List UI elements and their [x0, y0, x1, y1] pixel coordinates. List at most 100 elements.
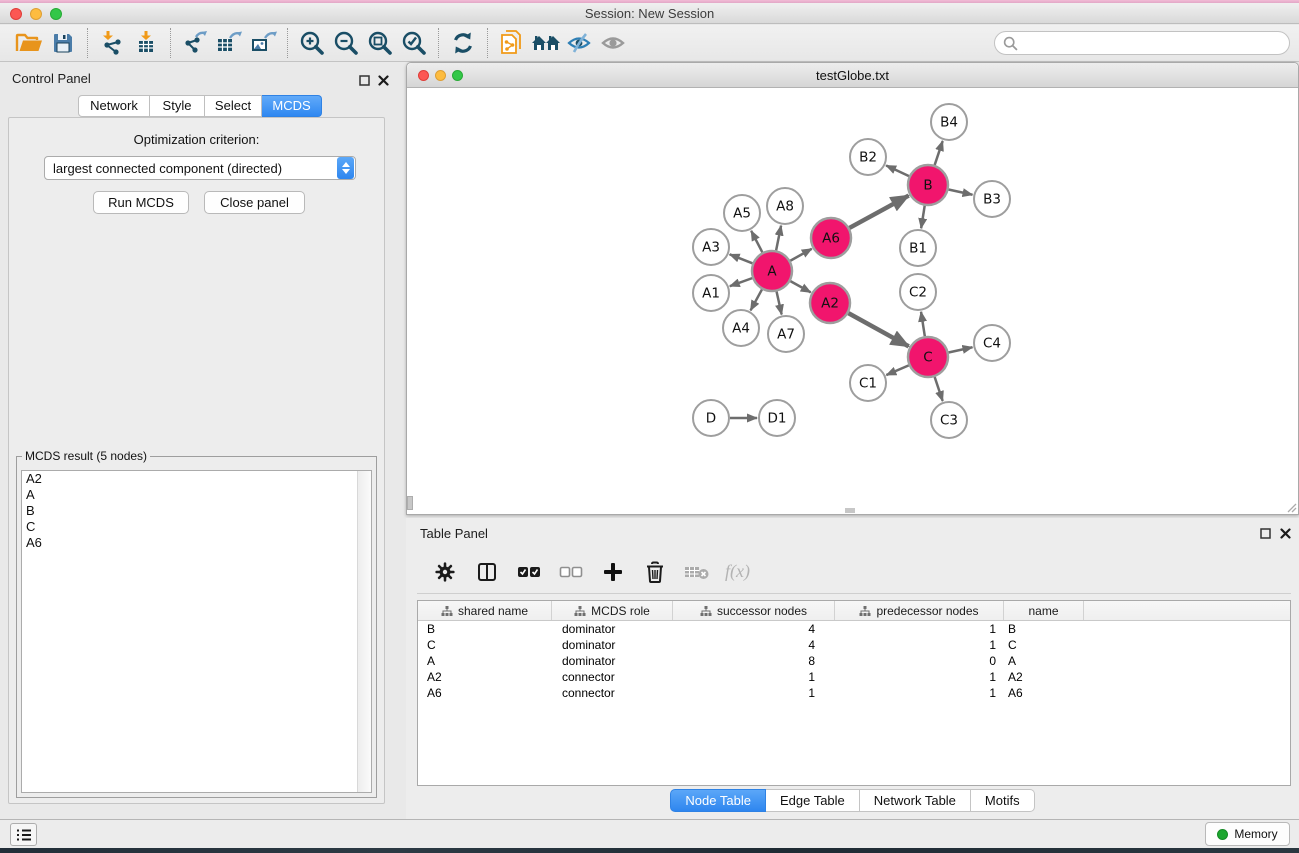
column-header-successor-nodes[interactable]: successor nodes — [673, 601, 835, 620]
column-header-shared-name[interactable]: shared name — [418, 601, 552, 620]
close-panel-icon[interactable] — [376, 73, 390, 87]
graph-node-A2[interactable]: A2 — [810, 283, 850, 323]
graph-edge-A-A6[interactable] — [790, 249, 811, 261]
table-float-panel-icon[interactable] — [1258, 526, 1272, 540]
open-file-icon[interactable] — [12, 27, 46, 59]
delete-columns-icon[interactable] — [641, 558, 669, 586]
table-cell[interactable]: 0 — [835, 654, 1004, 668]
graph-edge-C-C4[interactable] — [949, 347, 973, 352]
zoom-fit-content-icon[interactable] — [363, 27, 397, 59]
show-columns-icon[interactable] — [473, 558, 501, 586]
graph-node-A3[interactable]: A3 — [693, 229, 729, 265]
table-cell[interactable]: A — [1004, 654, 1084, 668]
graph-edge-A2-C[interactable] — [848, 313, 908, 346]
export-network-icon[interactable] — [178, 27, 212, 59]
run-mcds-button[interactable]: Run MCDS — [93, 191, 189, 214]
column-header-mcds-role[interactable]: MCDS role — [552, 601, 673, 620]
table-cell[interactable]: B — [418, 622, 552, 636]
graph-edge-A-A5[interactable] — [751, 231, 762, 253]
graph-edge-B-B3[interactable] — [949, 189, 973, 194]
graph-edge-A-A2[interactable] — [790, 281, 810, 292]
table-row[interactable]: A6connector11A6 — [418, 685, 1290, 701]
graph-node-B[interactable]: B — [908, 165, 948, 205]
first-neighbors-of-selected-icon[interactable] — [495, 27, 529, 59]
table-cell[interactable]: B — [1004, 622, 1084, 636]
tab-node-table[interactable]: Node Table — [670, 789, 766, 812]
task-history-button[interactable] — [10, 823, 37, 846]
graph-node-C1[interactable]: C1 — [850, 365, 886, 401]
destroy-table-icon[interactable] — [683, 558, 711, 586]
result-scrollbar[interactable] — [357, 471, 371, 792]
tab-select[interactable]: Select — [205, 95, 262, 117]
graph-node-A4[interactable]: A4 — [723, 310, 759, 346]
resize-grip-icon[interactable] — [1285, 501, 1297, 513]
table-cell[interactable]: 4 — [673, 638, 835, 652]
table-cell[interactable]: 1 — [835, 638, 1004, 652]
tab-edge-table[interactable]: Edge Table — [766, 789, 860, 812]
graph-node-B2[interactable]: B2 — [850, 139, 886, 175]
table-cell[interactable]: C — [418, 638, 552, 652]
graph-node-A6[interactable]: A6 — [811, 218, 851, 258]
graph-edge-B-B2[interactable] — [886, 165, 909, 176]
tab-network[interactable]: Network — [78, 95, 150, 117]
import-table-from-file-icon[interactable] — [129, 27, 163, 59]
table-cell[interactable]: dominator — [552, 654, 673, 668]
graph-node-A7[interactable]: A7 — [768, 316, 804, 352]
graph-edge-A-A3[interactable] — [730, 254, 753, 263]
graph-node-A8[interactable]: A8 — [767, 188, 803, 224]
mcds-result-item[interactable]: A — [22, 487, 371, 503]
graph-node-C3[interactable]: C3 — [931, 402, 967, 438]
graph-node-B1[interactable]: B1 — [900, 230, 936, 266]
graph-edge-A-A7[interactable] — [777, 291, 782, 314]
export-image-icon[interactable] — [246, 27, 280, 59]
search-input[interactable] — [1018, 33, 1289, 53]
tab-motifs[interactable]: Motifs — [971, 789, 1035, 812]
table-cell[interactable]: 1 — [673, 686, 835, 700]
import-network-from-file-icon[interactable] — [95, 27, 129, 59]
graph-edge-C-C3[interactable] — [935, 377, 943, 401]
table-cell[interactable]: 1 — [835, 622, 1004, 636]
column-header-predecessor-nodes[interactable]: predecessor nodes — [835, 601, 1004, 620]
table-cell[interactable]: A — [418, 654, 552, 668]
memory-button[interactable]: Memory — [1205, 822, 1290, 846]
create-column-icon[interactable] — [599, 558, 627, 586]
graph-edge-C-C2[interactable] — [921, 312, 925, 336]
network-window-titlebar[interactable]: testGlobe.txt — [407, 63, 1298, 88]
close-panel-button[interactable]: Close panel — [204, 191, 305, 214]
table-cell[interactable]: 1 — [835, 670, 1004, 684]
show-all-icon[interactable] — [597, 27, 631, 59]
graph-edge-C-C1[interactable] — [886, 365, 908, 375]
graph-node-C2[interactable]: C2 — [900, 274, 936, 310]
deselect-all-icon[interactable] — [557, 558, 585, 586]
graph-node-B4[interactable]: B4 — [931, 104, 967, 140]
table-cell[interactable]: 1 — [673, 670, 835, 684]
tab-style[interactable]: Style — [150, 95, 205, 117]
save-session-icon[interactable] — [46, 27, 80, 59]
graph-node-C[interactable]: C — [908, 337, 948, 377]
table-cell[interactable]: C — [1004, 638, 1084, 652]
mcds-result-item[interactable]: B — [22, 503, 371, 519]
table-cell[interactable]: connector — [552, 686, 673, 700]
mcds-result-item[interactable]: A2 — [22, 471, 371, 487]
table-options-icon[interactable] — [431, 558, 459, 586]
horizontal-scrollbar-hint[interactable] — [845, 508, 855, 513]
home-layout-icon[interactable] — [529, 27, 563, 59]
graph-node-D1[interactable]: D1 — [759, 400, 795, 436]
table-cell[interactable]: A6 — [1004, 686, 1084, 700]
table-close-panel-icon[interactable] — [1278, 526, 1292, 540]
graph-edge-A6-B[interactable] — [849, 196, 908, 228]
column-header-name[interactable]: name — [1004, 601, 1084, 620]
float-panel-icon[interactable] — [357, 73, 371, 87]
table-cell[interactable]: A6 — [418, 686, 552, 700]
tab-mcds[interactable]: MCDS — [262, 95, 322, 117]
table-row[interactable]: Bdominator41B — [418, 621, 1290, 637]
graph-edge-B-B1[interactable] — [921, 206, 925, 229]
graph-node-B3[interactable]: B3 — [974, 181, 1010, 217]
graph-edge-A-A8[interactable] — [776, 226, 781, 251]
mcds-result-list[interactable]: A2ABCA6 — [21, 470, 372, 793]
table-cell[interactable]: A2 — [1004, 670, 1084, 684]
function-builder-icon[interactable]: f(x) — [725, 558, 750, 586]
graph-edge-B-B4[interactable] — [935, 141, 943, 165]
graph-node-D[interactable]: D — [693, 400, 729, 436]
select-all-icon[interactable] — [515, 558, 543, 586]
